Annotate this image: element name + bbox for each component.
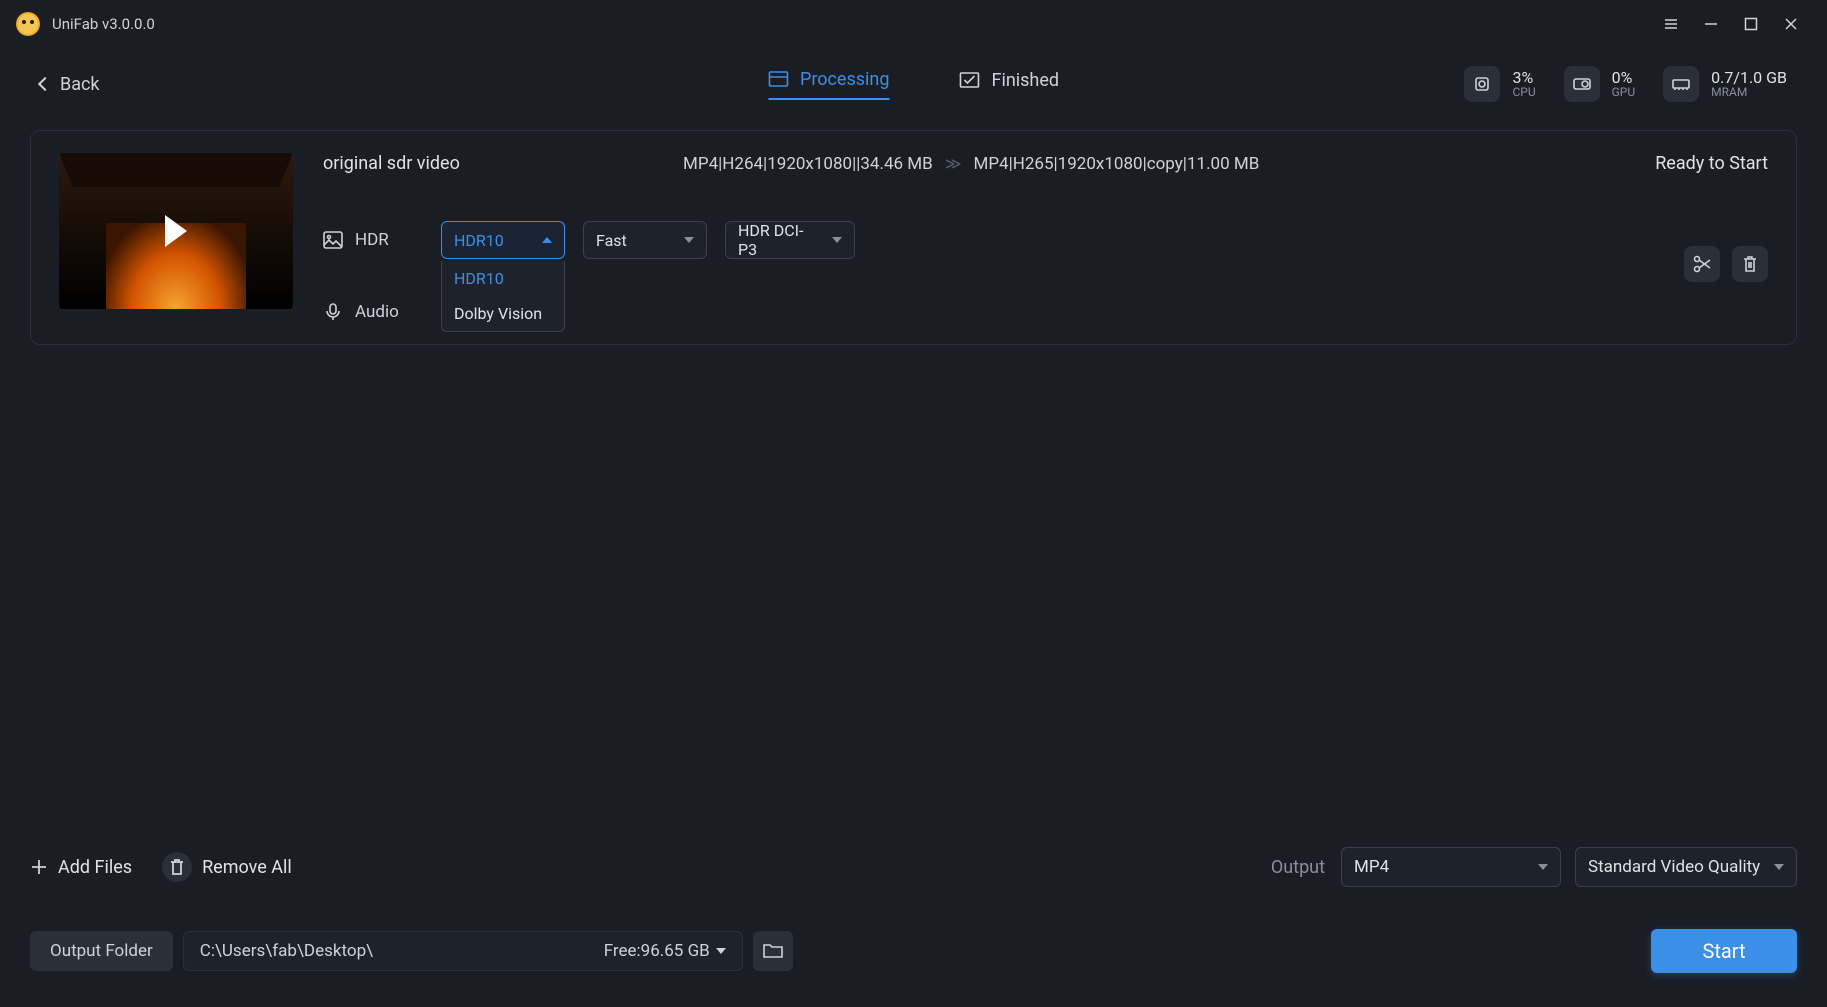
folder-icon	[763, 943, 783, 959]
tab-finished-label: Finished	[991, 70, 1059, 91]
gpu-icon	[1564, 66, 1600, 102]
chevron-left-icon	[38, 77, 52, 91]
remove-all-label: Remove All	[202, 857, 292, 878]
finished-icon	[959, 72, 979, 88]
processing-icon	[768, 71, 788, 87]
add-files-button[interactable]: Add Files	[30, 857, 132, 878]
chevron-up-icon	[542, 237, 552, 243]
task-status: Ready to Start	[1655, 153, 1768, 174]
start-button[interactable]: Start	[1651, 929, 1797, 973]
minimize-button[interactable]	[1691, 4, 1731, 44]
microphone-icon	[323, 303, 343, 321]
source-spec: MP4|H264|1920x1080||34.46 MB	[683, 154, 933, 174]
chevron-down-icon	[1538, 864, 1548, 870]
scissors-icon	[1693, 255, 1711, 273]
gpu-value: 0%	[1612, 69, 1636, 87]
image-icon	[323, 231, 343, 249]
gamut-value: HDR DCI-P3	[738, 221, 822, 259]
browse-folder-button[interactable]	[753, 931, 793, 971]
output-format-value: MP4	[1354, 857, 1389, 877]
trash-icon	[1741, 255, 1759, 273]
app-logo-icon	[16, 12, 40, 36]
free-space-value: Free:96.65 GB	[604, 941, 710, 961]
mram-label: MRAM	[1711, 86, 1787, 99]
tab-processing[interactable]: Processing	[768, 69, 890, 100]
trash-icon	[168, 858, 186, 876]
task-card: original sdr video MP4|H264|1920x1080||3…	[30, 130, 1797, 345]
video-thumbnail[interactable]	[59, 153, 293, 309]
cut-button[interactable]	[1684, 246, 1720, 282]
tab-processing-label: Processing	[800, 69, 890, 90]
ram-icon	[1663, 66, 1699, 102]
arrow-right-icon: ≫	[945, 154, 962, 173]
free-space-dropdown[interactable]: Free:96.65 GB	[604, 941, 726, 961]
hdr-format-menu: HDR10 Dolby Vision	[441, 261, 565, 332]
app-title: UniFab v3.0.0.0	[52, 15, 155, 33]
hdr-option-dolby-vision[interactable]: Dolby Vision	[442, 296, 564, 331]
speed-dropdown[interactable]: Fast	[583, 221, 707, 259]
play-icon	[165, 215, 187, 247]
tab-finished[interactable]: Finished	[959, 70, 1059, 99]
target-spec: MP4|H265|1920x1080|copy|11.00 MB	[973, 154, 1259, 174]
output-quality-dropdown[interactable]: Standard Video Quality	[1575, 847, 1797, 887]
mram-stat: 0.7/1.0 GBMRAM	[1663, 66, 1787, 102]
remove-all-button[interactable]: Remove All	[162, 852, 292, 882]
title-bar: UniFab v3.0.0.0	[0, 0, 1827, 48]
hdr-format-dropdown[interactable]: HDR10 HDR10 Dolby Vision	[441, 221, 565, 259]
top-nav: Back Processing Finished 3%CPU 0%GPU 0.7…	[0, 48, 1827, 120]
cpu-icon	[1464, 66, 1500, 102]
hdr-option-hdr10[interactable]: HDR10	[442, 261, 564, 296]
add-files-label: Add Files	[58, 857, 132, 878]
chevron-down-icon	[716, 948, 726, 954]
speed-value: Fast	[596, 231, 627, 250]
hdr-label: HDR	[323, 230, 423, 250]
back-button[interactable]: Back	[40, 74, 100, 95]
cpu-stat: 3%CPU	[1464, 66, 1535, 102]
maximize-button[interactable]	[1731, 4, 1771, 44]
plus-icon	[30, 858, 48, 876]
output-path-field[interactable]: C:\Users\fab\Desktop\ Free:96.65 GB	[183, 931, 743, 971]
cpu-label: CPU	[1512, 86, 1535, 99]
audio-label: Audio	[323, 302, 423, 322]
hdr-format-value: HDR10	[454, 231, 504, 250]
menu-button[interactable]	[1651, 4, 1691, 44]
close-button[interactable]	[1771, 4, 1811, 44]
output-quality-value: Standard Video Quality	[1588, 857, 1760, 877]
back-label: Back	[60, 74, 100, 95]
chevron-down-icon	[832, 237, 842, 243]
gpu-label: GPU	[1612, 86, 1636, 99]
output-path-value: C:\Users\fab\Desktop\	[200, 941, 373, 961]
cpu-value: 3%	[1512, 69, 1535, 87]
delete-button[interactable]	[1732, 246, 1768, 282]
task-filename: original sdr video	[323, 153, 683, 174]
gamut-dropdown[interactable]: HDR DCI-P3	[725, 221, 855, 259]
gpu-stat: 0%GPU	[1564, 66, 1636, 102]
mram-value: 0.7/1.0 GB	[1711, 69, 1787, 87]
chevron-down-icon	[1774, 864, 1784, 870]
output-label: Output	[1271, 857, 1325, 878]
output-folder-button[interactable]: Output Folder	[30, 931, 173, 971]
output-format-dropdown[interactable]: MP4	[1341, 847, 1561, 887]
chevron-down-icon	[684, 237, 694, 243]
